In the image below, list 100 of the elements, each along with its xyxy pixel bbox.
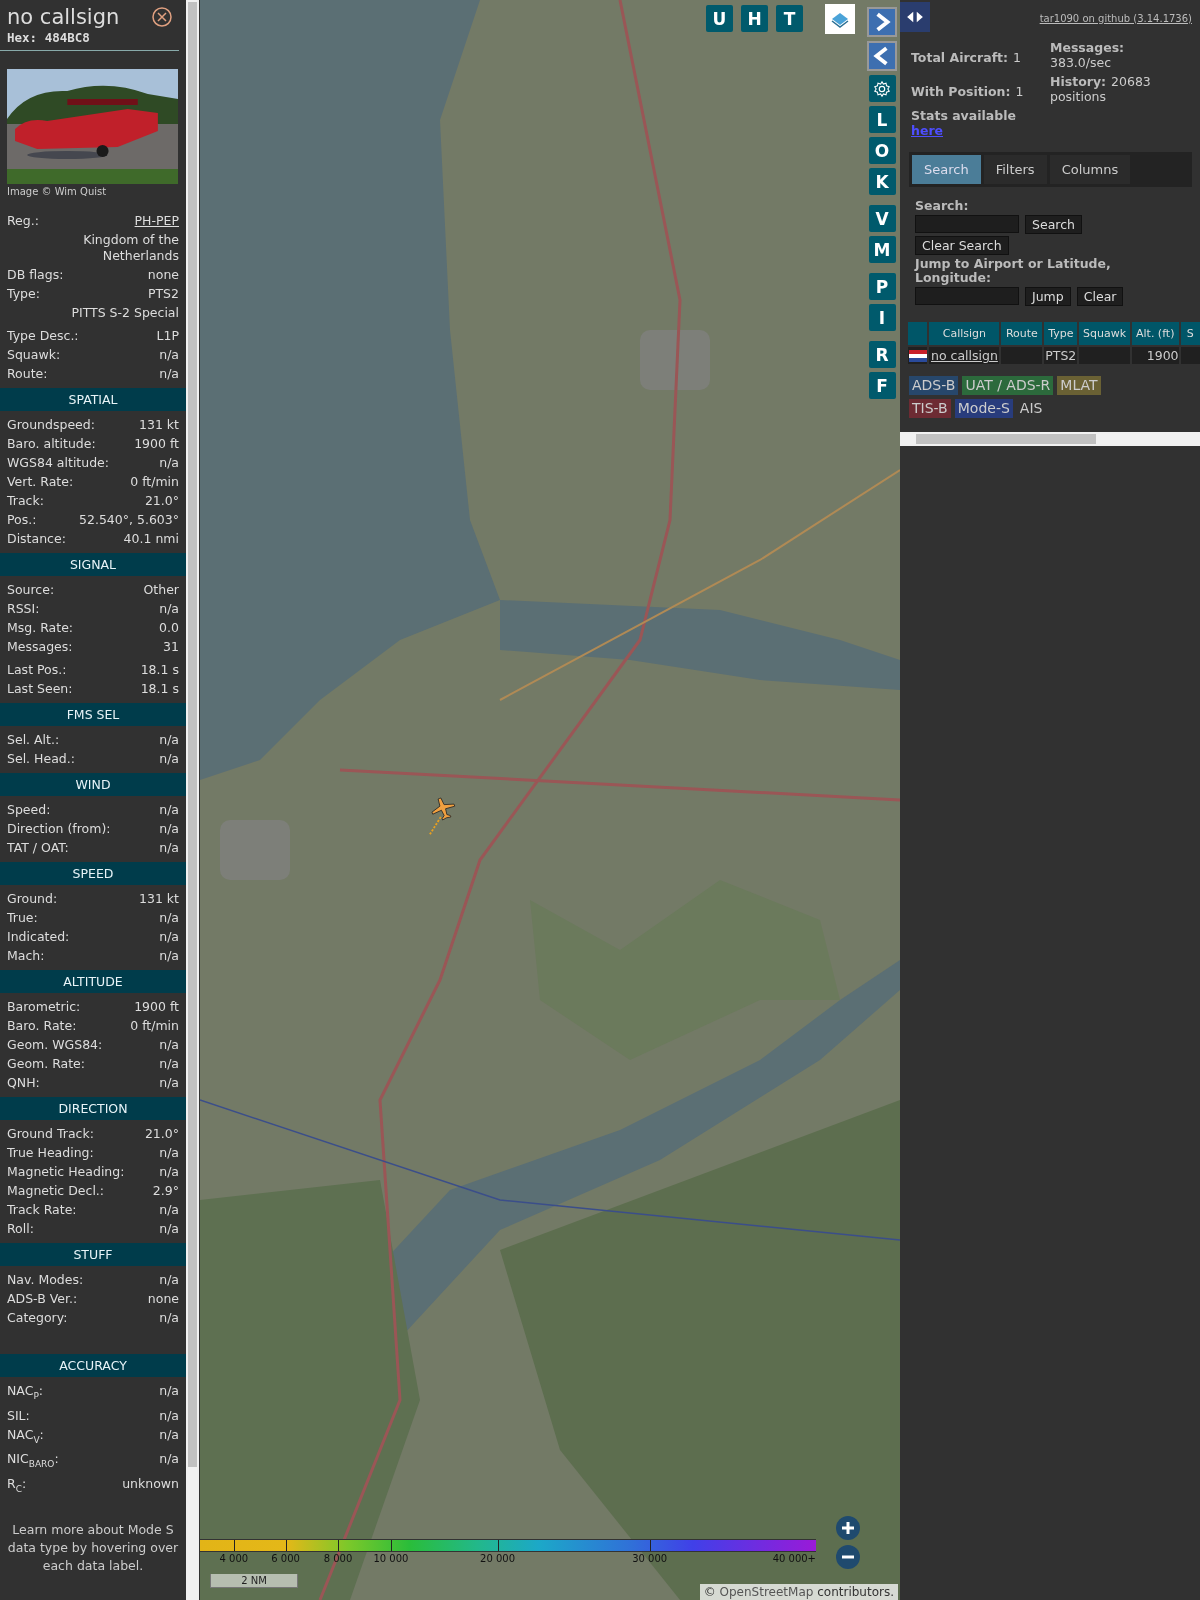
scrollbar[interactable]: [900, 432, 1200, 446]
field-value: n/a: [159, 1425, 179, 1444]
search-button[interactable]: Search: [1025, 215, 1082, 234]
scrollbar[interactable]: [186, 0, 199, 1600]
github-link[interactable]: tar1090 on github (3.14.1736): [1039, 12, 1192, 24]
search-field[interactable]: [915, 215, 1019, 233]
field-value: n/a: [159, 801, 179, 819]
field-label: Distance:: [7, 530, 66, 548]
view-button[interactable]: T: [776, 5, 803, 32]
section-header: SIGNAL: [0, 553, 186, 576]
settings-button[interactable]: [868, 75, 896, 102]
toggle-button[interactable]: K: [868, 168, 896, 195]
tab[interactable]: Columns: [1049, 155, 1131, 184]
jump-button[interactable]: Jump: [1025, 287, 1071, 306]
field-value: n/a: [159, 600, 179, 618]
field-value: 0 ft/min: [130, 473, 179, 491]
field-value: PTS2: [147, 285, 179, 303]
field-label: Barometric:: [7, 998, 81, 1016]
field-label: Geom. Rate:: [7, 1055, 86, 1073]
field-value: n/a: [159, 346, 179, 364]
column-header[interactable]: Callsign: [929, 322, 1000, 345]
field-value: unknown: [122, 1474, 179, 1493]
field-value: 131 kt: [139, 416, 179, 434]
tab[interactable]: Filters: [983, 155, 1047, 184]
view-button[interactable]: U: [706, 5, 733, 32]
toggle-button[interactable]: F: [868, 372, 896, 399]
field-label: Squawk:: [7, 346, 61, 364]
section-header: ACCURACY: [0, 1354, 186, 1377]
section-header: DIRECTION: [0, 1097, 186, 1120]
table-cell: 1900: [1146, 348, 1179, 363]
column-header[interactable]: S: [1180, 322, 1200, 345]
field-value: n/a: [159, 1163, 179, 1181]
zoom-out-button[interactable]: [836, 1545, 860, 1569]
clear-button[interactable]: Clear: [1076, 287, 1124, 306]
field-value: n/a: [159, 1309, 179, 1327]
field-value: n/a: [159, 928, 179, 946]
altitude-label: 6 000: [271, 1553, 300, 1564]
section-header: SPEED: [0, 862, 186, 885]
altitude-label: 20 000: [480, 1553, 515, 1564]
toggle-button[interactable]: I: [868, 304, 896, 331]
field-label: Indicated:: [7, 928, 70, 946]
field-label: Vert. Rate:: [7, 473, 74, 491]
field-value: n/a: [159, 750, 179, 768]
field-label: Speed:: [7, 801, 51, 819]
field-label: Reg.:: [7, 212, 39, 230]
field-label: Sel. Alt.:: [7, 731, 60, 749]
altitude-label: 30 000: [632, 1553, 668, 1564]
field-label: Nav. Modes:: [7, 1271, 84, 1289]
collapse-button[interactable]: [867, 41, 897, 71]
search-label: Search:: [915, 199, 970, 213]
view-button[interactable]: H: [741, 5, 768, 32]
column-header[interactable]: Squawk: [1079, 322, 1130, 345]
toggle-button[interactable]: P: [868, 273, 896, 300]
source-tag: ADS-B: [909, 376, 959, 395]
field-value: n/a: [159, 365, 179, 383]
field-label: Baro. Rate:: [7, 1017, 77, 1035]
field-label: True Heading:: [7, 1144, 94, 1162]
stat-text: Total Aircraft: 1: [911, 48, 1022, 67]
field-label: Category:: [7, 1309, 68, 1327]
layers-button[interactable]: [825, 4, 855, 34]
field-label: QNH:: [7, 1074, 40, 1092]
field-value: 52.540°, 5.603°: [79, 511, 179, 529]
close-icon[interactable]: [152, 7, 172, 27]
field-label: Track Rate:: [7, 1201, 77, 1219]
field-value: 18.1 s: [140, 680, 179, 698]
field-label: DB flags:: [7, 266, 64, 284]
stat-text: Messages: 383.0/sec: [1050, 40, 1126, 70]
section-header: ALTITUDE: [0, 970, 186, 993]
attribution-link[interactable]: OpenStreetMap: [719, 1585, 814, 1599]
toggle-button[interactable]: R: [868, 341, 896, 368]
expand-button[interactable]: [867, 7, 897, 37]
field-value: n/a: [159, 731, 179, 749]
field-label: Route:: [7, 365, 48, 383]
panel-toggle-button[interactable]: [900, 2, 930, 32]
scale-bar: 2 NM: [210, 1574, 298, 1588]
toggle-button[interactable]: L: [868, 106, 896, 133]
field-value: Other: [143, 581, 179, 599]
registration-link[interactable]: PH-PEP: [134, 211, 179, 230]
jump-field[interactable]: [915, 287, 1019, 305]
clear-search-button[interactable]: Clear Search: [915, 236, 1009, 255]
field-label: TAT / OAT:: [7, 839, 69, 857]
field-value: n/a: [159, 1144, 179, 1162]
source-tag: MLAT: [1057, 376, 1101, 395]
field-value: L1P: [156, 327, 179, 345]
column-header[interactable]: Type: [1044, 322, 1078, 345]
toggle-button[interactable]: M: [868, 236, 896, 263]
field-label: Source:: [7, 581, 55, 599]
settings-icon: [873, 79, 891, 98]
field-value: n/a: [159, 1382, 179, 1400]
toggle-button[interactable]: O: [868, 137, 896, 164]
callsign-link[interactable]: no callsign: [931, 348, 998, 363]
column-header[interactable]: Alt. (ft): [1131, 322, 1179, 345]
field-label: Direction (from):: [7, 820, 111, 838]
zoom-in-button[interactable]: [836, 1516, 860, 1540]
field-value: 40.1 nmi: [123, 530, 179, 548]
column-header[interactable]: Route: [1001, 322, 1043, 345]
altitude-label: 40 000+: [772, 1553, 816, 1564]
field-value: n/a: [159, 454, 179, 472]
section-header: SPATIAL: [0, 388, 186, 411]
toggle-button[interactable]: V: [868, 205, 896, 232]
